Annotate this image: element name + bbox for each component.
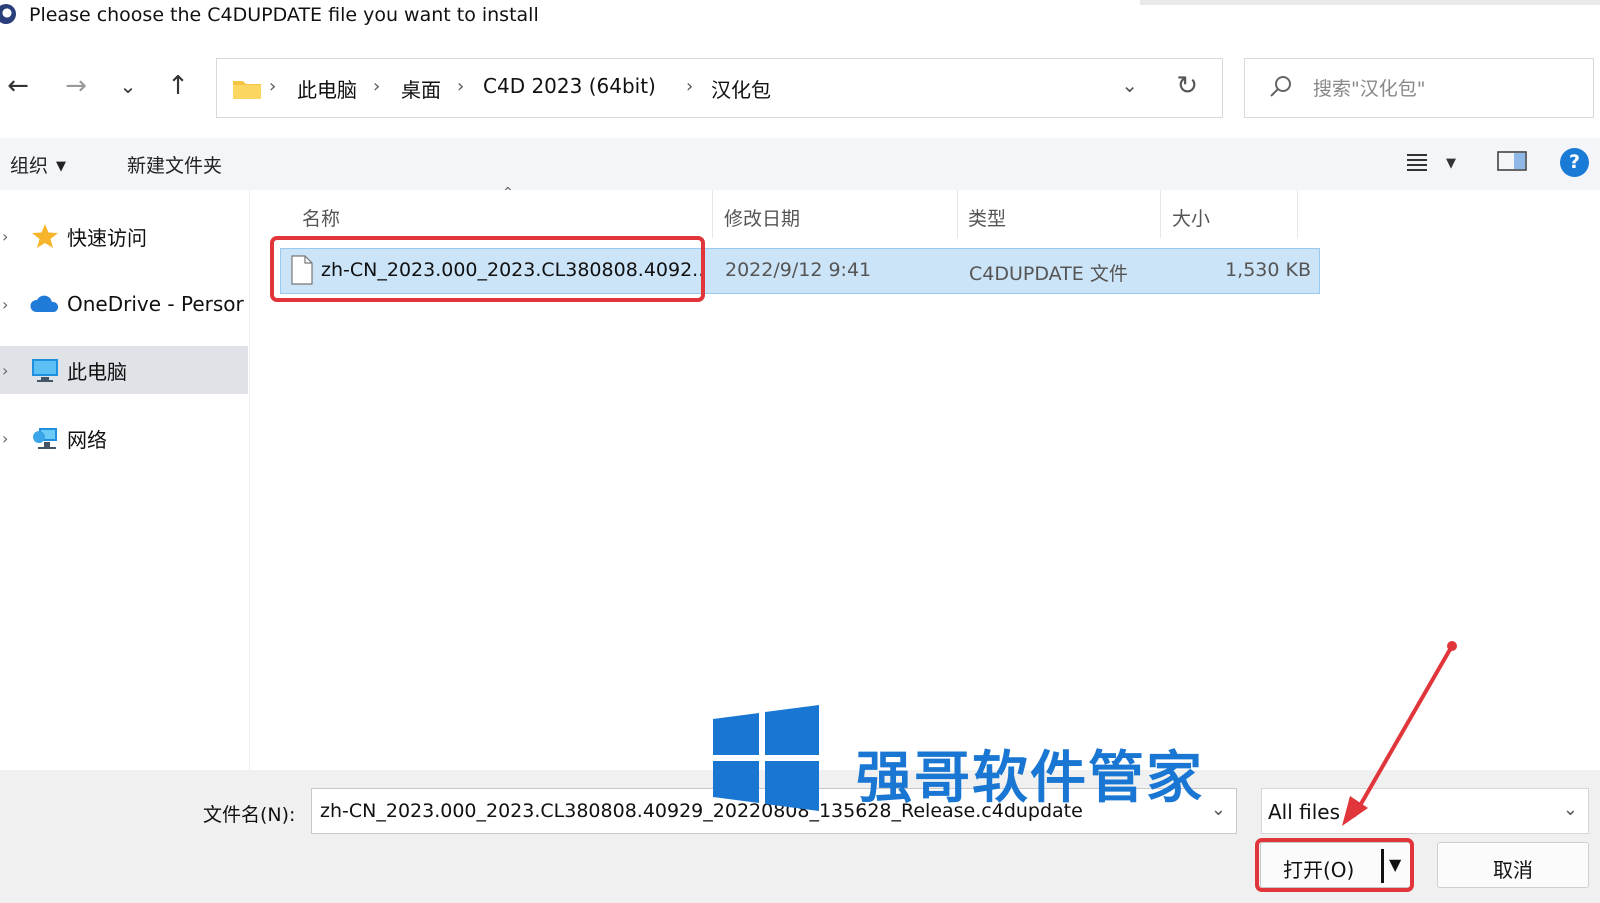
- file-date: 2022/9/12 9:41: [725, 259, 872, 281]
- windows-logo-icon: [713, 705, 819, 811]
- search-input[interactable]: [1313, 73, 1573, 105]
- address-bar[interactable]: › 此电脑 › 桌面 › C4D 2023 (64bit) › 汉化包 ⌄ ↻: [216, 58, 1223, 118]
- breadcrumb-current-folder[interactable]: 汉化包: [711, 74, 771, 103]
- back-button[interactable]: ←: [0, 68, 36, 104]
- recent-locations-button[interactable]: ⌄: [110, 68, 146, 104]
- sort-ascending-icon: ⌃: [502, 185, 514, 201]
- new-folder-button[interactable]: 新建文件夹: [127, 151, 222, 178]
- column-header-date[interactable]: 修改日期: [724, 204, 800, 231]
- window-title: Please choose the C4DUPDATE file you wan…: [29, 4, 539, 26]
- breadcrumb-this-pc[interactable]: 此电脑: [297, 74, 357, 103]
- cancel-button-label: 取消: [1493, 858, 1533, 882]
- search-icon: [1270, 76, 1291, 97]
- watermark: 强哥软件管家: [713, 705, 1233, 815]
- breadcrumb-separator: ›: [686, 76, 694, 97]
- watermark-text: 强哥软件管家: [856, 746, 1204, 811]
- open-button-annotation-highlight: [1255, 838, 1414, 892]
- sidebar-item-label: 此电脑: [67, 359, 127, 384]
- breadcrumb-separator: ›: [373, 76, 381, 97]
- folder-icon: [233, 81, 261, 99]
- chevron-right-icon[interactable]: ›: [2, 227, 8, 246]
- preview-pane-button[interactable]: [1497, 150, 1527, 178]
- chevron-right-icon[interactable]: ›: [2, 361, 8, 380]
- file-size: 1,530 KB: [1225, 259, 1311, 281]
- chevron-down-icon: ⌄: [119, 74, 137, 98]
- navigation-bar: ← → ⌄ ↑ › 此电脑 › 桌面 › C4D 2023 (64bit) › …: [0, 56, 1600, 120]
- organize-menu[interactable]: 组织 ▼: [10, 151, 66, 178]
- computer-icon: [32, 359, 58, 382]
- chevron-right-icon[interactable]: ›: [2, 429, 8, 448]
- arrow-right-icon: →: [65, 71, 87, 101]
- file-annotation-highlight: [270, 236, 705, 302]
- breadcrumb-c4d-folder[interactable]: C4D 2023 (64bit): [483, 74, 656, 98]
- title-bar: Please choose the C4DUPDATE file you wan…: [0, 0, 1600, 36]
- address-dropdown-icon[interactable]: ⌄: [1121, 73, 1138, 97]
- view-options-button[interactable]: [1405, 150, 1429, 178]
- network-icon: [33, 428, 57, 449]
- file-type-filter-value: All files: [1268, 800, 1341, 824]
- refresh-icon[interactable]: ↻: [1176, 71, 1198, 101]
- sidebar-item-this-pc[interactable]: › 此电脑: [0, 346, 248, 394]
- sidebar-item-network[interactable]: › 网络: [0, 414, 248, 462]
- organize-label: 组织: [10, 155, 49, 177]
- command-bar: 组织 ▼ 新建文件夹 ▼ ?: [0, 138, 1600, 190]
- sidebar-item-onedrive[interactable]: › OneDrive - Persor: [0, 280, 248, 328]
- forward-button[interactable]: →: [58, 68, 94, 104]
- caret-down-icon: ▼: [56, 159, 67, 174]
- column-header-name[interactable]: 名称: [302, 204, 340, 231]
- chevron-down-icon[interactable]: ⌄: [1563, 799, 1578, 820]
- arrow-left-icon: ←: [7, 71, 29, 101]
- annotation-arrow-icon: [1342, 641, 1457, 826]
- breadcrumb-separator: ›: [269, 76, 277, 97]
- navigation-pane: › 快速访问 › OneDrive - Persor › 此电脑 › 网络: [0, 190, 250, 770]
- sidebar-item-quick-access[interactable]: › 快速访问: [0, 212, 248, 260]
- preview-pane-icon: [1497, 151, 1527, 171]
- help-icon[interactable]: ?: [1560, 148, 1589, 177]
- file-type: C4DUPDATE 文件: [969, 263, 1128, 285]
- view-dropdown-caret-icon[interactable]: ▼: [1446, 156, 1456, 171]
- column-divider[interactable]: [1160, 190, 1161, 238]
- column-divider[interactable]: [1297, 190, 1298, 238]
- column-divider[interactable]: [712, 190, 713, 238]
- breadcrumb-separator: ›: [457, 76, 465, 97]
- sidebar-item-label: OneDrive - Persor: [67, 292, 244, 316]
- chevron-right-icon[interactable]: ›: [2, 295, 8, 314]
- cancel-button[interactable]: 取消: [1437, 842, 1589, 888]
- breadcrumb-desktop[interactable]: 桌面: [401, 74, 441, 103]
- column-divider[interactable]: [957, 190, 958, 238]
- sidebar-item-label: 快速访问: [67, 225, 147, 250]
- star-icon: [32, 224, 58, 248]
- up-button[interactable]: ↑: [160, 68, 196, 104]
- sidebar-item-label: 网络: [67, 427, 107, 452]
- arrow-up-icon: ↑: [167, 71, 189, 101]
- column-header-size[interactable]: 大小: [1172, 204, 1210, 231]
- list-view-icon: [1407, 154, 1427, 171]
- column-header-type[interactable]: 类型: [968, 204, 1006, 231]
- cloud-icon: [30, 295, 59, 312]
- search-box[interactable]: [1244, 58, 1594, 118]
- filename-label: 文件名(N):: [203, 804, 296, 826]
- title-bar-strip: [1140, 0, 1600, 5]
- cinema4d-app-icon: [0, 4, 16, 24]
